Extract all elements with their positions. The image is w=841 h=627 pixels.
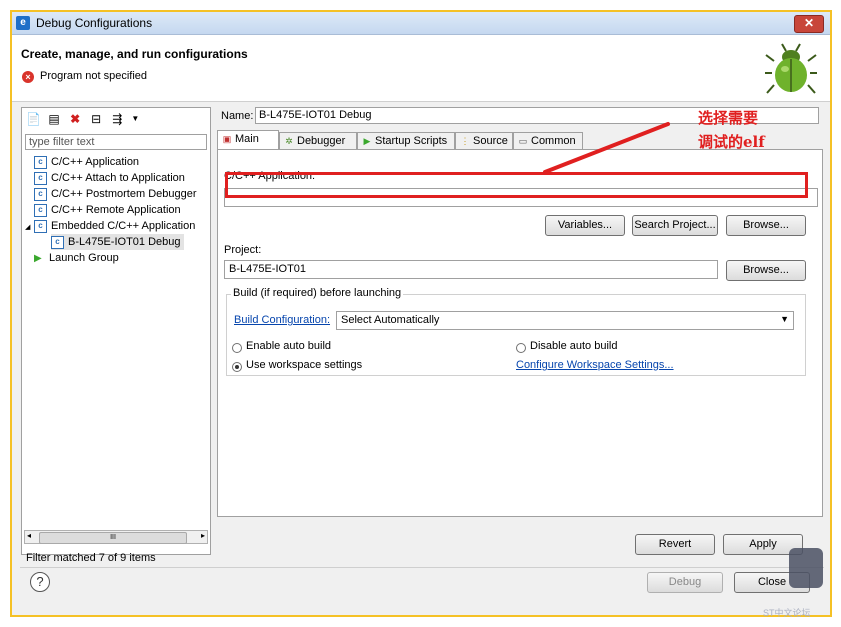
annotation-line1: 选择需要 (698, 109, 759, 127)
watermark-text: ST中文论坛 (763, 608, 811, 618)
annotation-line2: 调试的elf (698, 133, 765, 151)
annotation-arrow (543, 122, 670, 174)
watermark-logo (789, 548, 823, 588)
